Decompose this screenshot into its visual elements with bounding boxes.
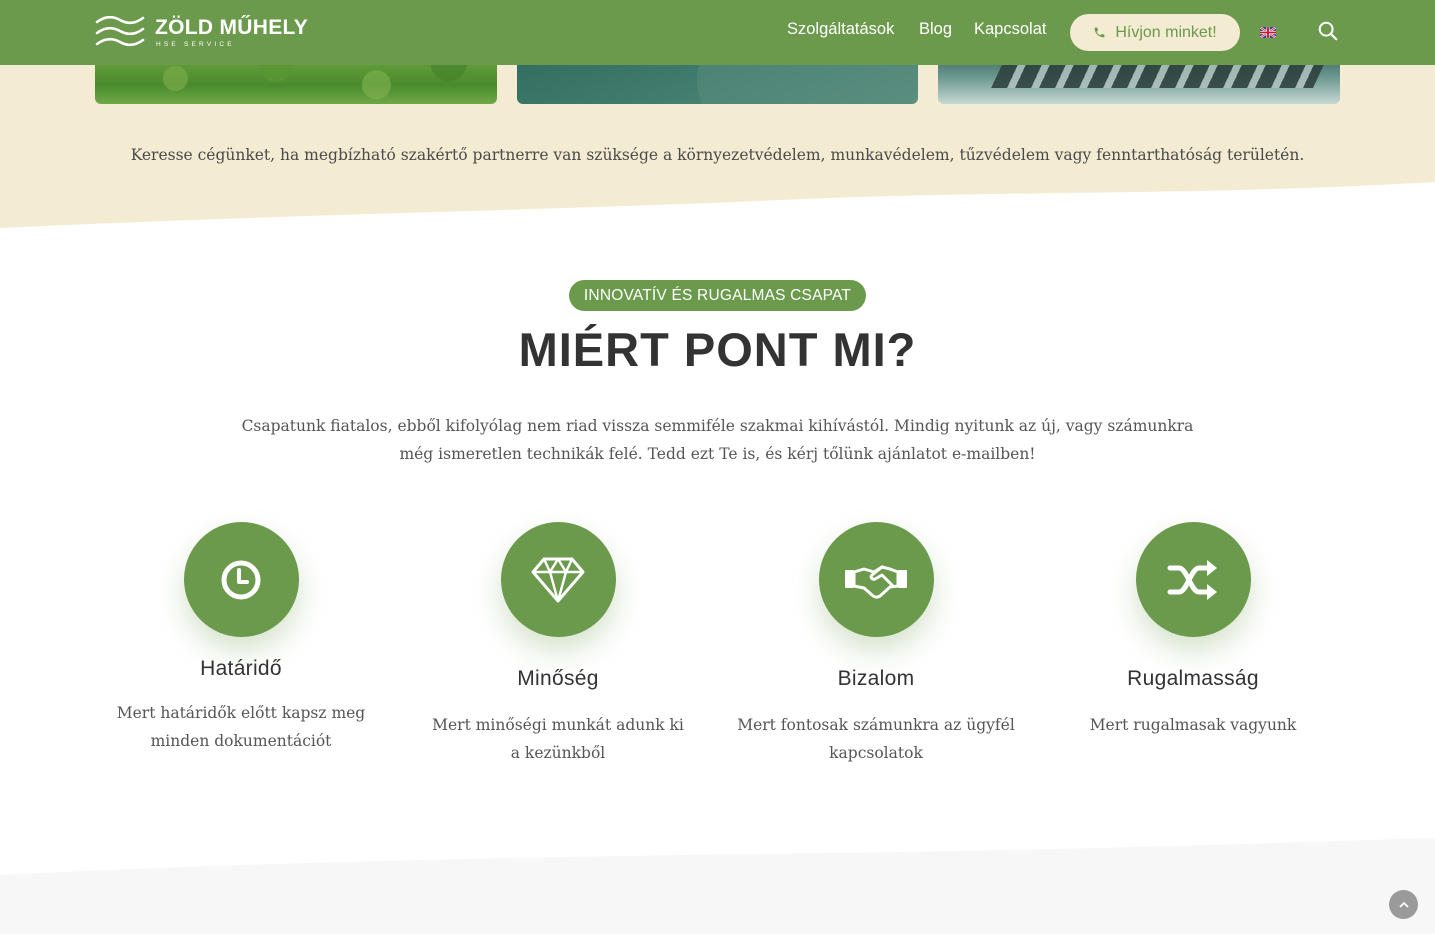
call-us-label: Hívjon minket! [1115, 23, 1217, 41]
search-icon[interactable] [1317, 20, 1339, 42]
intro-text: Keresse cégünket, ha megbízható szakértő… [130, 146, 1305, 164]
logo-title: ZÖLD MŰHELY [155, 16, 309, 39]
section-description: Csapatunk fiatalos, ebből kifolyólag nem… [241, 417, 1194, 463]
nav-contact[interactable]: Kapcsolat [974, 20, 1046, 39]
back-to-top-button[interactable] [1389, 890, 1418, 919]
feature-icon-circle [500, 522, 616, 637]
feature-title: Bizalom [837, 667, 915, 690]
feature-title: Minőség [517, 667, 599, 690]
nav-blog[interactable]: Blog [919, 20, 952, 39]
uk-flag-icon[interactable] [1260, 27, 1276, 38]
feature-icon-circle [1135, 522, 1251, 637]
handshake-icon [845, 565, 907, 599]
feature-text: Mert fontosak számunkra az ügyfél kapcso… [737, 716, 1015, 762]
feature-title: Rugalmasság [1127, 667, 1259, 690]
chevron-up-icon [1398, 901, 1409, 908]
site-logo[interactable]: ZÖLD MŰHELY HSE SERVICE [95, 14, 309, 52]
feature-text: Mert minőségi munkát adunk ki a kezünkbő… [432, 716, 684, 762]
nav-services[interactable]: Szolgáltatások [787, 20, 894, 39]
shuffle-icon [1167, 559, 1217, 600]
diamond-icon [531, 557, 585, 602]
phone-icon [1094, 27, 1105, 38]
site-header: ZÖLD MŰHELY HSE SERVICE Szolgáltatások B… [0, 0, 1435, 65]
feature-flexibility: Rugalmasság Mert rugalmasak vagyunk [1043, 522, 1343, 739]
clock-icon [221, 560, 261, 599]
feature-icon-circle [183, 522, 299, 637]
logo-waves-icon [95, 16, 145, 47]
next-section-wave [0, 838, 1435, 934]
feature-text: Mert határidők előtt kapsz meg minden do… [116, 704, 366, 750]
feature-quality: Minőség Mert minőségi munkát adunk ki a … [408, 522, 708, 767]
feature-text: Mert rugalmasak vagyunk [1089, 716, 1297, 734]
feature-title: Határidő [200, 657, 282, 680]
logo-subtitle: HSE SERVICE [156, 41, 235, 48]
feature-trust: Bizalom Mert fontosak számunkra az ügyfé… [726, 522, 1026, 767]
section-tag: INNOVATÍV ÉS RUGALMAS CSAPAT [569, 280, 866, 311]
feature-deadline: Határidő Mert határidők előtt kapsz meg … [91, 522, 391, 755]
feature-icon-circle [818, 522, 934, 637]
section-title: MIÉRT PONT MI? [518, 323, 917, 376]
call-us-button[interactable]: Hívjon minket! [1070, 14, 1240, 51]
